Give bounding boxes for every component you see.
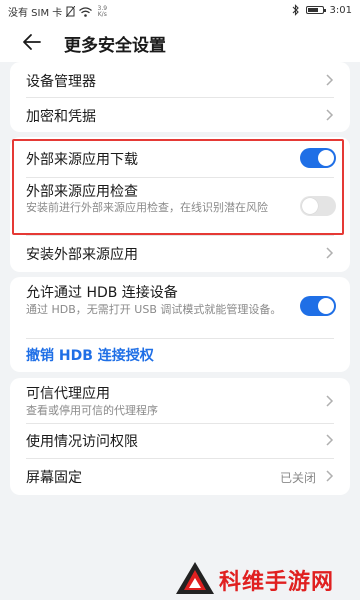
no-sim-icon bbox=[66, 6, 76, 17]
external-download-label: 外部来源应用下载 bbox=[26, 152, 138, 168]
toggle-knob bbox=[318, 150, 334, 166]
battery-fill bbox=[307, 8, 318, 12]
hdb-row[interactable]: 允许通过 HDB 连接设备 通过 HDB，无需打开 USB 调试模式就能管理设备… bbox=[10, 277, 350, 335]
external-download-toggle[interactable] bbox=[300, 148, 336, 168]
net-speed-unit: K/s bbox=[97, 10, 107, 18]
usage-access-label: 使用情况访问权限 bbox=[26, 434, 138, 450]
divider bbox=[26, 338, 334, 339]
back-arrow-icon bbox=[23, 34, 41, 50]
clock: 3:01 bbox=[329, 4, 352, 16]
chevron-right-icon bbox=[326, 395, 334, 407]
chevron-right-icon bbox=[326, 247, 334, 259]
net-speed: 3.9 K/s bbox=[96, 5, 108, 18]
screen-pinning-value: 已关闭 bbox=[279, 471, 316, 485]
revoke-hdb-link[interactable]: 撤销 HDB 连接授权 bbox=[26, 345, 154, 365]
status-bar-right: 3:01 bbox=[292, 4, 352, 16]
trust-agents-row[interactable]: 可信代理应用 查看或停用可信的代理程序 bbox=[10, 378, 350, 422]
wifi-icon bbox=[79, 6, 93, 17]
status-bar-left: 没有 SIM 卡 3.9 K/s bbox=[8, 4, 108, 19]
back-button[interactable] bbox=[20, 30, 46, 54]
chevron-right-icon bbox=[326, 470, 334, 482]
hdb-toggle[interactable] bbox=[300, 296, 336, 316]
bluetooth-icon bbox=[292, 4, 299, 16]
screen-pinning-row[interactable]: 屏幕固定 已关闭 bbox=[10, 459, 350, 495]
usage-access-row[interactable]: 使用情况访问权限 bbox=[10, 424, 350, 458]
install-external-row[interactable]: 安装外部来源应用 bbox=[10, 236, 350, 272]
hdb-description: 通过 HDB，无需打开 USB 调试模式就能管理设备。 bbox=[26, 303, 282, 316]
chevron-right-icon bbox=[326, 74, 334, 86]
screen-pinning-label: 屏幕固定 bbox=[26, 470, 82, 486]
external-download-row[interactable]: 外部来源应用下载 bbox=[10, 137, 350, 177]
trust-agents-description: 查看或停用可信的代理程序 bbox=[26, 404, 158, 417]
external-check-row[interactable]: 外部来源应用检查 安装前进行外部来源应用检查，在线识别潜在风险 bbox=[10, 178, 350, 231]
watermark: 科维手游网 bbox=[175, 558, 360, 600]
settings-group-other: 可信代理应用 查看或停用可信的代理程序 使用情况访问权限 屏幕固定 已关闭 bbox=[10, 378, 350, 495]
install-external-label: 安装外部来源应用 bbox=[26, 247, 138, 263]
external-check-label: 外部来源应用检查 bbox=[26, 184, 138, 200]
device-admin-row[interactable]: 设备管理器 bbox=[10, 62, 350, 97]
external-check-toggle[interactable] bbox=[300, 196, 336, 216]
chevron-right-icon bbox=[326, 109, 334, 121]
device-admin-label: 设备管理器 bbox=[26, 74, 96, 90]
toggle-knob bbox=[302, 198, 318, 214]
title-bar: 更多安全设置 bbox=[0, 22, 360, 62]
settings-group-hdb: 允许通过 HDB 连接设备 通过 HDB，无需打开 USB 调试模式就能管理设备… bbox=[10, 277, 350, 372]
hdb-label: 允许通过 HDB 连接设备 bbox=[26, 285, 178, 301]
chevron-right-icon bbox=[326, 434, 334, 446]
trust-agents-label: 可信代理应用 bbox=[26, 386, 110, 402]
battery-icon bbox=[305, 6, 326, 14]
page-title: 更多安全设置 bbox=[64, 36, 166, 56]
external-check-description: 安装前进行外部来源应用检查，在线识别潜在风险 bbox=[26, 201, 268, 214]
watermark-text: 科维手游网 bbox=[219, 570, 335, 595]
encryption-row[interactable]: 加密和凭据 bbox=[10, 98, 350, 132]
watermark-logo-icon bbox=[176, 562, 214, 594]
toggle-knob bbox=[318, 298, 334, 314]
settings-group-basic: 设备管理器 加密和凭据 bbox=[10, 62, 350, 132]
status-bar: 没有 SIM 卡 3.9 K/s 3:01 bbox=[0, 0, 360, 22]
carrier-text: 没有 SIM 卡 bbox=[8, 8, 63, 19]
settings-group-external-apps: 外部来源应用下载 外部来源应用检查 安装前进行外部来源应用检查，在线识别潜在风险… bbox=[10, 137, 350, 272]
encryption-label: 加密和凭据 bbox=[26, 109, 96, 125]
